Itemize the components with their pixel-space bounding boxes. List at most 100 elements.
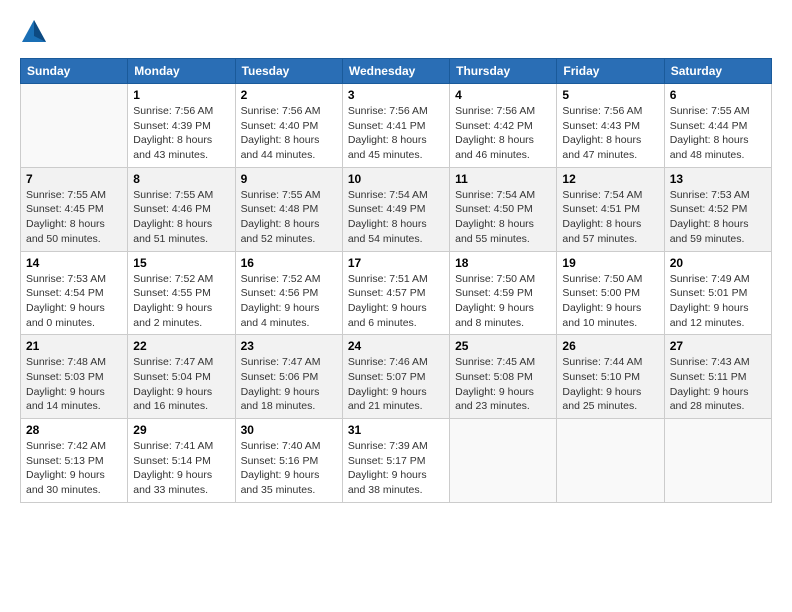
day-number: 4 <box>455 88 551 102</box>
day-info: Sunrise: 7:54 AMSunset: 4:50 PMDaylight:… <box>455 188 551 247</box>
day-number: 22 <box>133 339 229 353</box>
calendar-cell: 31 Sunrise: 7:39 AMSunset: 5:17 PMDayligh… <box>342 419 449 503</box>
day-info: Sunrise: 7:55 AMSunset: 4:45 PMDaylight:… <box>26 188 122 247</box>
week-row-3: 14 Sunrise: 7:53 AMSunset: 4:54 PMDayligh… <box>21 251 772 335</box>
day-info: Sunrise: 7:50 AMSunset: 4:59 PMDaylight:… <box>455 272 551 331</box>
calendar-cell: 22Sunrise: 7:47 AMSunset: 5:04 PMDayligh… <box>128 335 235 419</box>
day-number: 20 <box>670 256 766 270</box>
day-info: Sunrise: 7:53 AMSunset: 4:54 PMDaylight:… <box>26 272 122 331</box>
calendar-cell: 4Sunrise: 7:56 AMSunset: 4:42 PMDaylight… <box>450 84 557 168</box>
day-number: 25 <box>455 339 551 353</box>
day-number: 6 <box>670 88 766 102</box>
day-number: 29 <box>133 423 229 437</box>
day-number: 15 <box>133 256 229 270</box>
day-info: Sunrise: 7:56 AMSunset: 4:39 PMDaylight:… <box>133 104 229 163</box>
day-number: 8 <box>133 172 229 186</box>
calendar-cell: 8 Sunrise: 7:55 AMSunset: 4:46 PMDaylight… <box>128 167 235 251</box>
calendar-cell: 18 Sunrise: 7:50 AMSunset: 4:59 PMDayligh… <box>450 251 557 335</box>
day-number: 13 <box>670 172 766 186</box>
calendar-cell: 11 Sunrise: 7:54 AMSunset: 4:50 PMDayligh… <box>450 167 557 251</box>
day-info: Sunrise: 7:43 AMSunset: 5:11 PMDaylight:… <box>670 355 766 414</box>
calendar-cell: 23 Sunrise: 7:47 AMSunset: 5:06 PMDayligh… <box>235 335 342 419</box>
calendar-cell: 17 Sunrise: 7:51 AMSunset: 4:57 PMDayligh… <box>342 251 449 335</box>
logo <box>20 18 52 46</box>
day-number: 18 <box>455 256 551 270</box>
calendar-table: SundayMondayTuesdayWednesdayThursdayFrid… <box>20 58 772 503</box>
day-info: Sunrise: 7:55 AMSunset: 4:48 PMDaylight:… <box>241 188 337 247</box>
day-info: Sunrise: 7:47 AMSunset: 5:06 PMDaylight:… <box>241 355 337 414</box>
day-number: 2 <box>241 88 337 102</box>
day-number: 1 <box>133 88 229 102</box>
column-header-monday: Monday <box>128 59 235 84</box>
calendar-cell: 27 Sunrise: 7:43 AMSunset: 5:11 PMDayligh… <box>664 335 771 419</box>
calendar-cell: 15 Sunrise: 7:52 AMSunset: 4:55 PMDayligh… <box>128 251 235 335</box>
week-row-1: 1 Sunrise: 7:56 AMSunset: 4:39 PMDaylight… <box>21 84 772 168</box>
calendar-cell: 26Sunrise: 7:44 AMSunset: 5:10 PMDayligh… <box>557 335 664 419</box>
day-number: 31 <box>348 423 444 437</box>
calendar-cell: 16Sunrise: 7:52 AMSunset: 4:56 PMDayligh… <box>235 251 342 335</box>
week-row-2: 7 Sunrise: 7:55 AMSunset: 4:45 PMDaylight… <box>21 167 772 251</box>
day-number: 5 <box>562 88 658 102</box>
day-number: 17 <box>348 256 444 270</box>
day-info: Sunrise: 7:50 AMSunset: 5:00 PMDaylight:… <box>562 272 658 331</box>
calendar-cell <box>557 419 664 503</box>
column-header-sunday: Sunday <box>21 59 128 84</box>
day-info: Sunrise: 7:41 AMSunset: 5:14 PMDaylight:… <box>133 439 229 498</box>
calendar-cell: 3Sunrise: 7:56 AMSunset: 4:41 PMDaylight… <box>342 84 449 168</box>
calendar-cell: 24Sunrise: 7:46 AMSunset: 5:07 PMDayligh… <box>342 335 449 419</box>
calendar-cell: 9Sunrise: 7:55 AMSunset: 4:48 PMDaylight… <box>235 167 342 251</box>
day-info: Sunrise: 7:49 AMSunset: 5:01 PMDaylight:… <box>670 272 766 331</box>
day-info: Sunrise: 7:56 AMSunset: 4:43 PMDaylight:… <box>562 104 658 163</box>
day-info: Sunrise: 7:40 AMSunset: 5:16 PMDaylight:… <box>241 439 337 498</box>
day-number: 16 <box>241 256 337 270</box>
calendar-cell: 13 Sunrise: 7:53 AMSunset: 4:52 PMDayligh… <box>664 167 771 251</box>
calendar-cell: 5 Sunrise: 7:56 AMSunset: 4:43 PMDaylight… <box>557 84 664 168</box>
calendar-cell: 10 Sunrise: 7:54 AMSunset: 4:49 PMDayligh… <box>342 167 449 251</box>
day-number: 12 <box>562 172 658 186</box>
logo-icon <box>20 18 48 46</box>
calendar-cell: 7 Sunrise: 7:55 AMSunset: 4:45 PMDaylight… <box>21 167 128 251</box>
calendar-cell: 6 Sunrise: 7:55 AMSunset: 4:44 PMDaylight… <box>664 84 771 168</box>
day-info: Sunrise: 7:52 AMSunset: 4:55 PMDaylight:… <box>133 272 229 331</box>
day-info: Sunrise: 7:53 AMSunset: 4:52 PMDaylight:… <box>670 188 766 247</box>
day-info: Sunrise: 7:44 AMSunset: 5:10 PMDaylight:… <box>562 355 658 414</box>
day-info: Sunrise: 7:54 AMSunset: 4:49 PMDaylight:… <box>348 188 444 247</box>
calendar-cell: 21 Sunrise: 7:48 AMSunset: 5:03 PMDayligh… <box>21 335 128 419</box>
calendar-cell <box>21 84 128 168</box>
calendar-cell: 30 Sunrise: 7:40 AMSunset: 5:16 PMDayligh… <box>235 419 342 503</box>
column-header-tuesday: Tuesday <box>235 59 342 84</box>
day-number: 28 <box>26 423 122 437</box>
day-info: Sunrise: 7:55 AMSunset: 4:46 PMDaylight:… <box>133 188 229 247</box>
day-number: 19 <box>562 256 658 270</box>
column-header-wednesday: Wednesday <box>342 59 449 84</box>
day-info: Sunrise: 7:55 AMSunset: 4:44 PMDaylight:… <box>670 104 766 163</box>
day-info: Sunrise: 7:45 AMSunset: 5:08 PMDaylight:… <box>455 355 551 414</box>
calendar-cell: 20 Sunrise: 7:49 AMSunset: 5:01 PMDayligh… <box>664 251 771 335</box>
column-header-friday: Friday <box>557 59 664 84</box>
day-info: Sunrise: 7:48 AMSunset: 5:03 PMDaylight:… <box>26 355 122 414</box>
calendar-cell <box>664 419 771 503</box>
calendar-cell: 28Sunrise: 7:42 AMSunset: 5:13 PMDayligh… <box>21 419 128 503</box>
page: SundayMondayTuesdayWednesdayThursdayFrid… <box>0 0 792 513</box>
day-number: 7 <box>26 172 122 186</box>
day-info: Sunrise: 7:39 AMSunset: 5:17 PMDaylight:… <box>348 439 444 498</box>
calendar-cell: 14 Sunrise: 7:53 AMSunset: 4:54 PMDayligh… <box>21 251 128 335</box>
calendar-cell: 25 Sunrise: 7:45 AMSunset: 5:08 PMDayligh… <box>450 335 557 419</box>
week-row-4: 21 Sunrise: 7:48 AMSunset: 5:03 PMDayligh… <box>21 335 772 419</box>
day-info: Sunrise: 7:56 AMSunset: 4:40 PMDaylight:… <box>241 104 337 163</box>
day-info: Sunrise: 7:51 AMSunset: 4:57 PMDaylight:… <box>348 272 444 331</box>
day-number: 30 <box>241 423 337 437</box>
day-number: 21 <box>26 339 122 353</box>
header <box>20 18 772 46</box>
day-number: 3 <box>348 88 444 102</box>
calendar-cell <box>450 419 557 503</box>
day-number: 27 <box>670 339 766 353</box>
column-header-saturday: Saturday <box>664 59 771 84</box>
calendar-cell: 1 Sunrise: 7:56 AMSunset: 4:39 PMDaylight… <box>128 84 235 168</box>
day-number: 14 <box>26 256 122 270</box>
day-number: 23 <box>241 339 337 353</box>
day-number: 10 <box>348 172 444 186</box>
week-row-5: 28Sunrise: 7:42 AMSunset: 5:13 PMDayligh… <box>21 419 772 503</box>
day-number: 24 <box>348 339 444 353</box>
day-number: 11 <box>455 172 551 186</box>
